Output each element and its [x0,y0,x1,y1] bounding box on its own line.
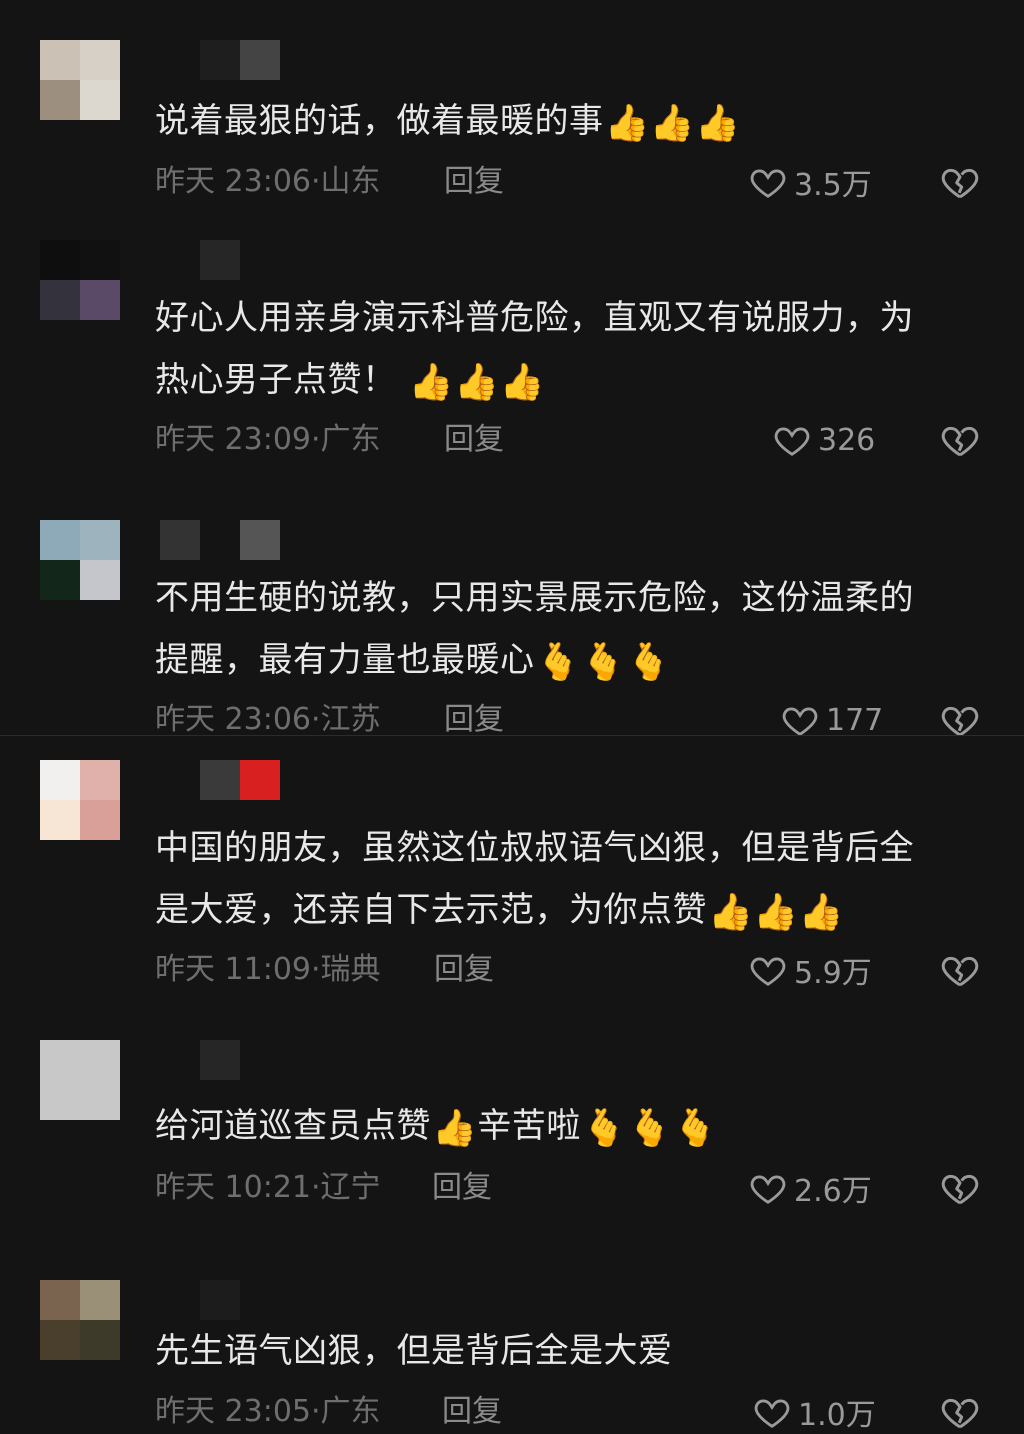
comment-item: 先生语气凶狠，但是背后全是大爱 昨天 23:05·广东 回复 1.0万 [0,1280,1024,1434]
broken-heart-icon [941,706,979,735]
comment-text: 中国的朋友，虽然这位叔叔语气凶狠，但是背后全 是大爱，还亲自下去示范，为你点赞👍… [155,817,985,941]
comment-location: 瑞典 [320,952,381,987]
comment-text-tail: 辛苦啦 [477,1106,581,1146]
avatar[interactable] [40,760,120,840]
broken-heart-icon [941,956,979,987]
thumbs-up-emoji: 👍 [432,1108,478,1149]
like-count: 2.6万 [794,1174,872,1209]
thumbs-up-emoji: 👍👍👍 [708,892,844,933]
comment-meta: 昨天 23:09·广东 [155,422,381,457]
comment-location: 山东 [320,164,381,199]
like-button[interactable]: 5.9万 [748,950,872,991]
heart-outline-icon [750,169,786,198]
avatar[interactable] [40,1280,120,1360]
username-blurred[interactable] [160,240,240,280]
comment-list: 说着最狠的话，做着最暖的事👍👍👍 昨天 23:06·山东 回复 3.5万 好心人… [0,0,1024,1434]
username-blurred[interactable] [160,1280,240,1320]
comment-text-line: 热心男子点赞！ [155,360,397,400]
comment-meta: 昨天 10:21·辽宁 [155,1170,381,1205]
heart-outline-icon [754,1399,790,1428]
comment-item: 好心人用亲身演示科普危险，直观又有说服力，为 热心男子点赞！ 👍👍👍 昨天 23… [0,240,1024,480]
comment-time: 昨天 23:06 [155,164,311,199]
comment-text-line: 先生语气凶狠，但是背后全是大爱 [155,1331,673,1371]
comment-item: 中国的朋友，虽然这位叔叔语气凶狠，但是背后全 是大爱，还亲自下去示范，为你点赞👍… [0,760,1024,1010]
finger-heart-emoji: 🫰🫰🫰 [581,1108,718,1149]
dislike-button[interactable] [940,950,980,990]
comment-location: 江苏 [320,702,381,735]
comment-time: 昨天 23:06 [155,702,311,735]
comment-text-line: 提醒，最有力量也最暖心 [155,640,535,680]
comment-meta: 昨天 11:09·瑞典 [155,952,381,987]
like-button[interactable]: 2.6万 [748,1168,872,1209]
comment-time: 昨天 23:09 [155,422,311,457]
broken-heart-icon [941,1174,979,1205]
reply-button[interactable]: 回复 [442,1392,502,1432]
heart-outline-icon [782,707,818,735]
comment-meta: 昨天 23:06·江苏 [155,702,381,735]
comment-item: 给河道巡查员点赞👍辛苦啦🫰🫰🫰 昨天 10:21·辽宁 回复 2.6万 [0,1040,1024,1230]
dislike-button[interactable] [940,162,980,202]
dislike-button[interactable] [940,1392,980,1432]
heart-outline-icon [774,427,810,456]
broken-heart-icon [941,426,979,457]
comment-text-line: 不用生硬的说教，只用实景展示危险，这份温柔的 [155,578,914,618]
avatar[interactable] [40,240,120,320]
like-button[interactable]: 3.5万 [748,162,872,203]
reply-button[interactable]: 回复 [432,1168,492,1208]
screenshot-seam [0,735,1024,736]
like-count: 5.9万 [794,956,872,991]
broken-heart-icon [941,1398,979,1429]
heart-outline-icon [750,957,786,986]
finger-heart-emoji: 🫰🫰🫰 [535,642,672,683]
heart-outline-icon [750,1175,786,1204]
like-count: 3.5万 [794,168,872,203]
comment-location: 辽宁 [320,1170,381,1205]
avatar[interactable] [40,520,120,600]
reply-button[interactable]: 回复 [444,700,504,735]
thumbs-up-emoji: 👍👍👍 [604,103,741,144]
avatar[interactable] [40,40,120,120]
comment-meta: 昨天 23:06·山东 [155,164,381,199]
username-blurred[interactable] [160,760,280,800]
username-blurred[interactable] [160,1040,240,1080]
username-blurred[interactable] [160,520,280,560]
reply-button[interactable]: 回复 [444,162,504,202]
comment-text-line: 中国的朋友，虽然这位叔叔语气凶狠，但是背后全 [155,828,914,868]
comment-text: 说着最狠的话，做着最暖的事👍👍👍 [155,90,985,152]
comment-text: 好心人用亲身演示科普危险，直观又有说服力，为 热心男子点赞！ 👍👍👍 [155,287,985,411]
username-blurred[interactable] [160,40,280,80]
like-count: 326 [818,422,876,458]
comment-text-line: 说着最狠的话，做着最暖的事 [155,101,604,141]
dislike-button[interactable] [940,420,980,460]
comment-text: 先生语气凶狠，但是背后全是大爱 [155,1320,985,1382]
like-button[interactable]: 326 [772,420,875,460]
comment-time: 昨天 11:09 [155,952,311,987]
like-button[interactable]: 1.0万 [752,1392,876,1433]
like-count: 1.0万 [798,1398,876,1433]
reply-button[interactable]: 回复 [434,950,494,990]
comment-location: 广东 [320,1394,381,1429]
comment-text: 给河道巡查员点赞👍辛苦啦🫰🫰🫰 [155,1095,985,1157]
comment-meta: 昨天 23:05·广东 [155,1394,381,1429]
comment-text-line: 是大爱，还亲自下去示范，为你点赞 [155,890,707,930]
thumbs-up-emoji: 👍👍👍 [408,362,545,403]
avatar[interactable] [40,1040,120,1120]
comment-text: 不用生硬的说教，只用实景展示危险，这份温柔的 提醒，最有力量也最暖心🫰🫰🫰 [155,567,985,691]
reply-button[interactable]: 回复 [444,420,504,460]
comment-location: 广东 [320,422,381,457]
comment-time: 昨天 10:21 [155,1170,311,1205]
like-button[interactable]: 177 [780,700,883,735]
dislike-button[interactable] [940,1168,980,1208]
broken-heart-icon [941,168,979,199]
comment-item: 不用生硬的说教，只用实景展示危险，这份温柔的 提醒，最有力量也最暖心🫰🫰🫰 昨天… [0,520,1024,735]
like-count: 177 [826,702,884,736]
comment-item: 说着最狠的话，做着最暖的事👍👍👍 昨天 23:06·山东 回复 3.5万 [0,40,1024,220]
comment-text-line: 好心人用亲身演示科普危险，直观又有说服力，为 [155,298,914,338]
dislike-button[interactable] [940,700,980,735]
comment-text-line: 给河道巡查员点赞 [155,1106,431,1146]
comment-time: 昨天 23:05 [155,1394,311,1429]
